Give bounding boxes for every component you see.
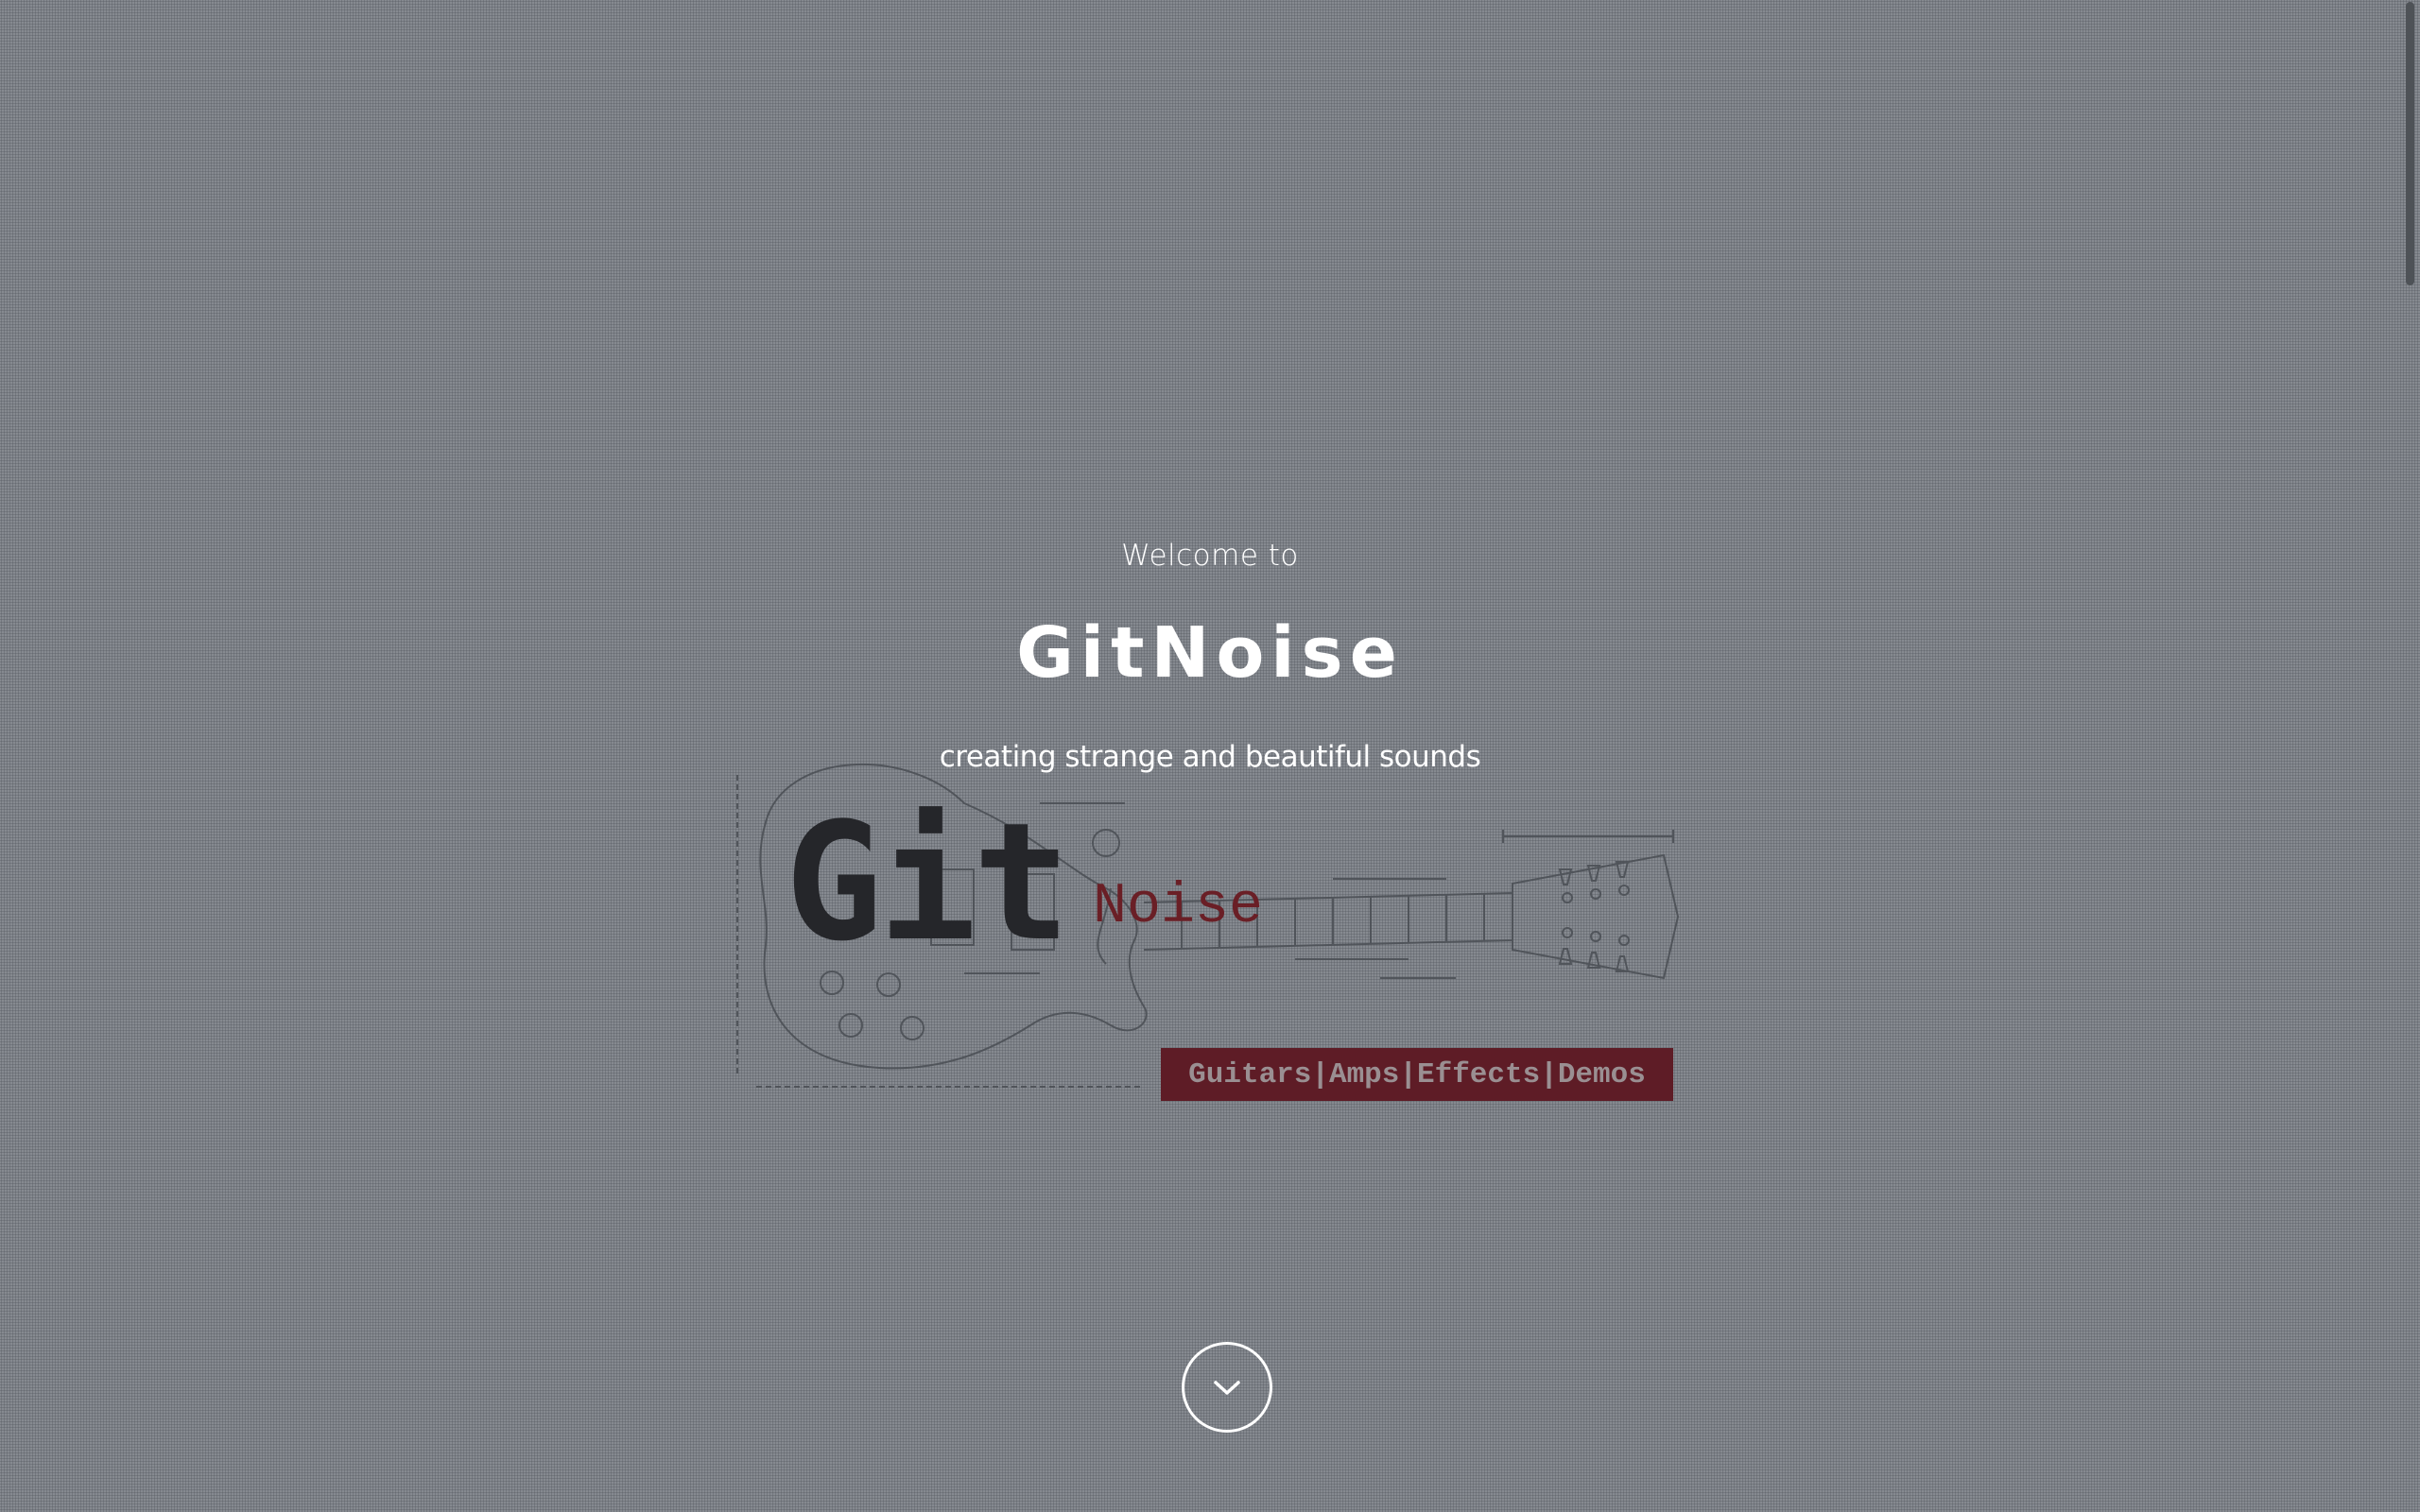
hero-section: Welcome to GitNoise Git Noise Guitars|Am… — [0, 0, 2401, 1512]
gitnoise-logo: Git Noise Guitars|Amps|Effects|Demos — [728, 737, 1683, 1106]
logo-noise-text: Noise — [1093, 875, 1264, 939]
scroll-down-button[interactable] — [1182, 1342, 1272, 1433]
scrollbar-thumb[interactable] — [2406, 2, 2414, 285]
logo-category-banner: Guitars|Amps|Effects|Demos — [1161, 1048, 1673, 1101]
site-tagline: creating strange and beautiful sounds — [939, 740, 1481, 774]
chevron-down-icon — [1214, 1381, 1240, 1395]
welcome-text: Welcome to — [1121, 539, 1299, 573]
site-title: GitNoise — [1016, 612, 1404, 694]
logo-git-text: Git — [785, 787, 1071, 977]
vertical-scrollbar[interactable] — [2401, 0, 2420, 1512]
